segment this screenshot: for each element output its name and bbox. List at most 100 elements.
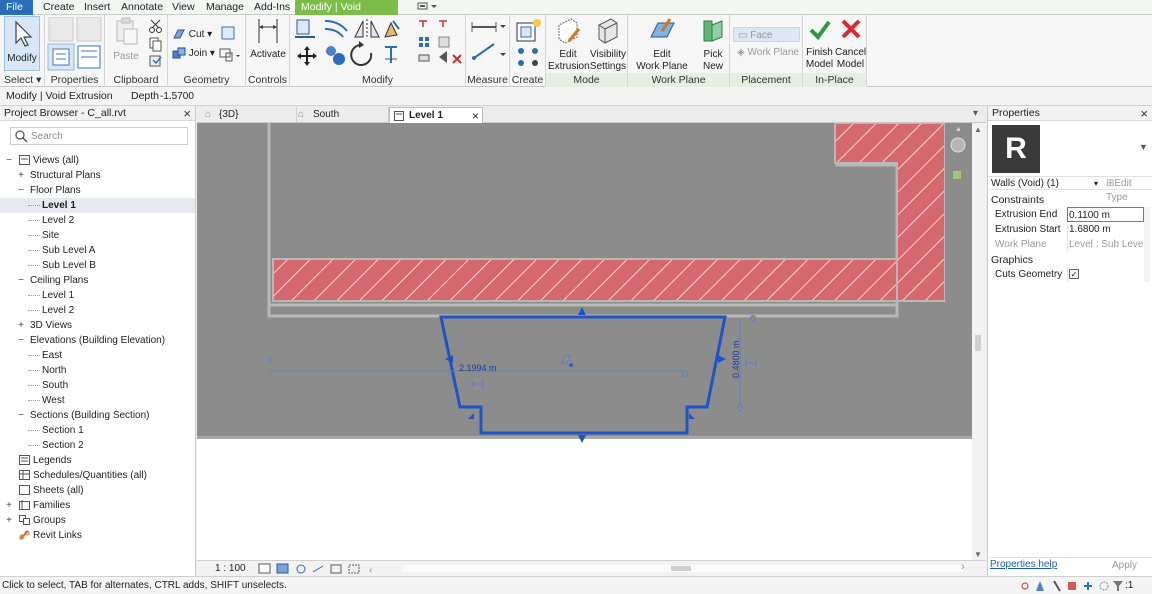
view-tab-south[interactable]: ⌂ South bbox=[297, 107, 389, 123]
expand-icon[interactable]: + bbox=[5, 498, 13, 513]
cancel-model-button[interactable]: Cancel Model bbox=[835, 17, 866, 71]
tab-insert[interactable]: Insert bbox=[78, 0, 116, 15]
tree-item-sections-building-section[interactable]: − Sections (Building Section) bbox=[0, 408, 195, 423]
tree-item-structural-plans[interactable]: + Structural Plans bbox=[0, 168, 195, 183]
collapse-icon[interactable]: − bbox=[5, 153, 13, 168]
cuts-geometry-value-cell: ✓ bbox=[1067, 267, 1144, 282]
visibility-settings-label-1: Visibility bbox=[590, 49, 626, 60]
tab-modify-void-extrusion[interactable]: Modify | Void Extrusion bbox=[295, 0, 398, 28]
tree-item-sheets-all[interactable]: Sheets (all) bbox=[0, 483, 195, 498]
tree-item-level-1[interactable]: Level 1 bbox=[0, 288, 195, 303]
placement-face-button[interactable]: ▭ Face bbox=[733, 27, 800, 42]
properties-scrollbar[interactable] bbox=[1144, 207, 1150, 282]
tab-manage[interactable]: Manage bbox=[200, 0, 250, 15]
tree-item-sub-level-a[interactable]: Sub Level A bbox=[0, 243, 195, 258]
tree-item-groups[interactable]: + Groups bbox=[0, 513, 195, 528]
cuts-geometry-checkbox[interactable]: ✓ bbox=[1069, 269, 1079, 279]
tree-item-ceiling-plans[interactable]: − Ceiling Plans bbox=[0, 273, 195, 288]
activate-controls-icon bbox=[258, 19, 278, 43]
tree-item-label: Sub Level A bbox=[42, 245, 96, 256]
tab-add-ins[interactable]: Add-Ins bbox=[248, 0, 296, 15]
close-icon[interactable]: × bbox=[1140, 106, 1148, 121]
join-geometry-button[interactable]: Join ▾ bbox=[172, 47, 215, 61]
close-icon[interactable]: × bbox=[183, 106, 191, 121]
properties-buttons-icon[interactable] bbox=[47, 17, 103, 71]
select-dropdown[interactable]: Select ▾ bbox=[0, 73, 44, 87]
visibility-settings-button[interactable]: Visibility Settings bbox=[588, 17, 628, 72]
instance-filter[interactable]: Walls (Void) (1) ▾ ⊞Edit Type bbox=[988, 176, 1152, 203]
chevron-right-icon[interactable]: › bbox=[961, 561, 965, 573]
view-tab-level-1[interactable]: Level 1 × bbox=[389, 107, 483, 123]
modify-button[interactable]: Modify bbox=[4, 16, 40, 71]
tree-item-north[interactable]: North bbox=[0, 363, 195, 378]
activate-button[interactable]: Activate bbox=[247, 17, 289, 71]
tree-item-level-1[interactable]: Level 1 bbox=[0, 198, 195, 213]
tab-view[interactable]: View bbox=[166, 0, 201, 15]
collapse-icon[interactable]: − bbox=[17, 408, 25, 423]
tree-item-section-2[interactable]: Section 2 bbox=[0, 438, 195, 453]
expand-icon[interactable]: + bbox=[17, 168, 25, 183]
collapse-icon[interactable]: − bbox=[17, 333, 25, 348]
tab-list-dropdown-icon[interactable]: ▾ bbox=[973, 108, 978, 119]
tree-item-west[interactable]: West bbox=[0, 393, 195, 408]
scale-icon bbox=[418, 51, 447, 63]
measure-tools-icon[interactable] bbox=[470, 18, 508, 70]
extrusion-end-field[interactable]: 0.1100 m bbox=[1067, 207, 1144, 222]
tree-item-east[interactable]: East bbox=[0, 348, 195, 363]
apply-button[interactable]: Apply bbox=[1112, 560, 1137, 571]
drawing-canvas[interactable]: 2.1994 m 0.4800 m ▲ ▲ ▼ bbox=[197, 123, 986, 560]
constraints-section-header[interactable]: Constraints bbox=[988, 194, 1148, 207]
properties-help-link[interactable]: Properties help bbox=[990, 559, 1057, 570]
search-input[interactable] bbox=[31, 130, 181, 143]
plan-view-drawing[interactable]: 2.1994 m 0.4800 m ▲ ▲ ▼ bbox=[197, 123, 986, 560]
placement-work-plane-button[interactable]: ◈ Work Plane bbox=[733, 45, 800, 60]
type-selector-dropdown-icon[interactable]: ▼ bbox=[1139, 142, 1148, 152]
ribbon-display-toggle[interactable] bbox=[410, 0, 444, 15]
scale-selector[interactable]: 1 : 100 bbox=[215, 563, 246, 574]
tree-item-south[interactable]: South bbox=[0, 378, 195, 393]
view-tab-3d[interactable]: ⌂ {3D} bbox=[201, 107, 297, 123]
tree-item-floor-plans[interactable]: − Floor Plans bbox=[0, 183, 195, 198]
depth-field[interactable]: -1.5700 bbox=[160, 87, 194, 106]
plan-icon bbox=[394, 111, 404, 121]
tree-item-3d-views[interactable]: +3D Views bbox=[0, 318, 195, 333]
tree-item-legends[interactable]: Legends bbox=[0, 453, 195, 468]
tab-annotate[interactable]: Annotate bbox=[115, 0, 169, 15]
tree-item-sub-level-b[interactable]: Sub Level B bbox=[0, 258, 195, 273]
cut-geometry-button[interactable]: Cut ▾ bbox=[172, 28, 212, 42]
vertical-scroll-thumb[interactable] bbox=[975, 335, 981, 351]
expand-icon[interactable]: + bbox=[5, 513, 13, 528]
width-dimension-text[interactable]: 2.1994 m bbox=[459, 363, 497, 373]
finish-model-button[interactable]: Finish Model bbox=[804, 17, 835, 71]
tree-item-views-all[interactable]: − Views (all) bbox=[0, 153, 195, 168]
edit-extrusion-button[interactable]: Edit Extrusion bbox=[548, 17, 590, 72]
horizontal-scroll-thumb[interactable] bbox=[671, 566, 691, 571]
expand-icon[interactable]: + bbox=[17, 318, 25, 333]
tab-create[interactable]: Create bbox=[37, 0, 81, 15]
scroll-up-icon: ▲ bbox=[974, 125, 982, 134]
tree-item-families[interactable]: + Families bbox=[0, 498, 195, 513]
tree-item-revit-links[interactable]: Revit Links bbox=[0, 528, 195, 543]
collapse-icon[interactable]: − bbox=[17, 273, 25, 288]
tree-item-elevations-building-elevation[interactable]: − Elevations (Building Elevation) bbox=[0, 333, 195, 348]
tree-item-level-2[interactable]: Level 2 bbox=[0, 213, 195, 228]
depth-dimension-text[interactable]: 0.4800 m bbox=[731, 340, 741, 378]
create-tools-icon[interactable] bbox=[513, 17, 545, 71]
horizontal-scrollbar[interactable] bbox=[403, 565, 963, 572]
tab-file[interactable]: File bbox=[0, 0, 33, 15]
tree-connector bbox=[28, 265, 40, 266]
extrusion-start-field[interactable]: 1.6800 m bbox=[1067, 222, 1144, 237]
selection-controls-icons[interactable] bbox=[1020, 579, 1140, 593]
edit-work-plane-button[interactable]: Edit Work Plane ▾ bbox=[634, 17, 690, 84]
tree-item-site[interactable]: Site bbox=[0, 228, 195, 243]
graphics-section-header[interactable]: Graphics bbox=[988, 254, 1148, 267]
tree-item-schedules-quantities-all[interactable]: Schedules/Quantities (all) bbox=[0, 468, 195, 483]
tree-item-section-1[interactable]: Section 1 bbox=[0, 423, 195, 438]
collapse-icon[interactable]: − bbox=[17, 183, 25, 198]
tree-item-level-2[interactable]: Level 2 bbox=[0, 303, 195, 318]
property-row-extrusion-end: Extrusion End 0.1100 m bbox=[988, 207, 1148, 222]
navigation-bar[interactable]: ▲ bbox=[946, 125, 970, 209]
paste-button[interactable]: Paste bbox=[109, 17, 143, 71]
pick-new-button[interactable]: Pick New bbox=[696, 17, 730, 72]
close-icon[interactable]: × bbox=[472, 108, 479, 124]
